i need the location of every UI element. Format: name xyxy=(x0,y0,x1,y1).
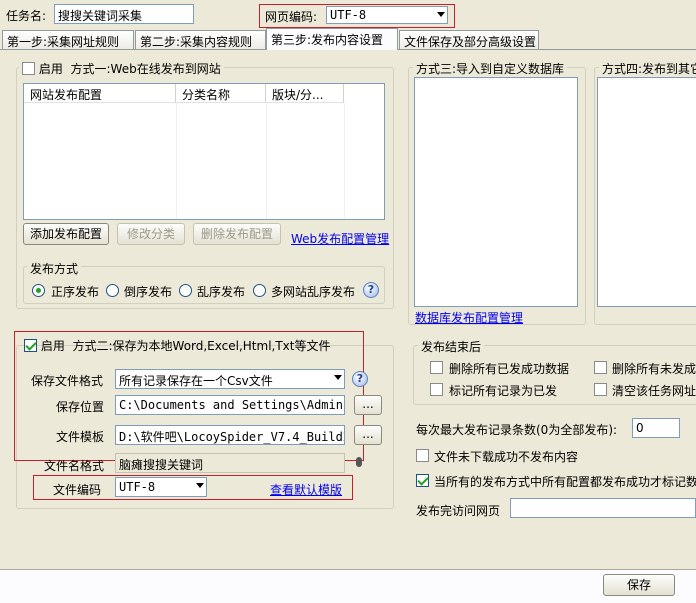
file-encoding-label: 文件编码 xyxy=(53,483,102,497)
mark-published-checkbox[interactable] xyxy=(430,383,443,396)
column-category[interactable]: 分类名称 xyxy=(176,84,266,103)
radio-multi-random[interactable] xyxy=(253,284,266,297)
delete-failed-checkbox[interactable] xyxy=(594,361,607,374)
encoding-select[interactable]: UTF-8 xyxy=(326,6,448,24)
method2-enable-label: 启用 xyxy=(40,339,65,353)
chevron-down-icon xyxy=(196,483,204,488)
tab-step2[interactable]: 第二步:采集内容规则 xyxy=(135,30,266,49)
tab-step3[interactable]: 第三步:发布内容设置 xyxy=(266,28,398,50)
save-button[interactable]: 保存 xyxy=(603,574,675,596)
delete-success-checkbox[interactable] xyxy=(430,361,443,374)
radio-sequential-label: 正序发布 xyxy=(51,285,100,299)
no-publish-failed-label: 文件未下载成功不发布内容 xyxy=(434,450,579,464)
save-location-input[interactable]: C:\Documents and Settings\Administrato xyxy=(115,395,345,415)
method1-header: 启用 方式一:Web在线发布到网站 xyxy=(19,60,224,77)
method2-header: 启用 方式二:保存为本地Word,Excel,Html,Txt等文件 xyxy=(21,337,334,354)
method2-title: 方式二:保存为本地Word,Excel,Html,Txt等文件 xyxy=(72,339,331,353)
chevron-down-icon xyxy=(437,12,445,17)
save-format-label: 保存文件格式 xyxy=(31,374,104,388)
task-name-label: 任务名: xyxy=(6,9,47,23)
bottom-divider xyxy=(0,569,696,570)
task-name-input[interactable]: 搜搜关键词采集 xyxy=(54,4,194,24)
delete-success-label: 删除所有已发成功数据 xyxy=(449,362,570,376)
column-divider xyxy=(176,103,177,219)
after-publish-title: 发布结束后 xyxy=(418,338,485,355)
method1-enable-label: 启用 xyxy=(38,62,63,76)
tab-step1[interactable]: 第一步:采集网址规则 xyxy=(2,30,134,49)
pin-icon xyxy=(356,457,362,467)
method1-title: 方式一:Web在线发布到网站 xyxy=(70,62,221,76)
mark-all-success-label: 当所有的发布方式中所有配置都发布成功才标记数 xyxy=(434,475,696,489)
file-template-label: 文件模板 xyxy=(56,430,105,444)
encoding-value: UTF-8 xyxy=(330,8,367,22)
max-records-label: 每次最大发布记录条数(0为全部发布): xyxy=(416,423,618,437)
delete-publish-config-button[interactable]: 删除发布配置 xyxy=(193,223,281,245)
no-publish-failed-checkbox[interactable] xyxy=(416,449,429,462)
method3-title: 方式三:导入到自定义数据库 xyxy=(413,60,568,77)
column-site-config[interactable]: 网站发布配置 xyxy=(24,84,176,103)
tab-advanced[interactable]: 文件保存及部分高级设置 xyxy=(399,30,539,49)
visit-after-input[interactable] xyxy=(510,498,696,518)
max-records-input[interactable]: 0 xyxy=(632,418,680,438)
edit-category-button[interactable]: 修改分类 xyxy=(117,223,185,245)
save-format-value: 所有记录保存在一个Csv文件 xyxy=(119,374,273,388)
database-config-list[interactable] xyxy=(414,77,578,307)
column-board[interactable]: 版块/分... xyxy=(266,84,344,103)
column-divider xyxy=(266,103,267,219)
clear-urls-checkbox[interactable] xyxy=(594,383,607,396)
clear-urls-label: 清空该任务网址 xyxy=(612,384,696,398)
file-encoding-select[interactable]: UTF-8 xyxy=(115,477,207,497)
view-default-template-link[interactable]: 查看默认模版 xyxy=(270,481,342,498)
chevron-down-icon xyxy=(334,375,342,380)
method4-title: 方式四:发布到其它 xyxy=(599,60,696,77)
radio-multi-random-label: 多网站乱序发布 xyxy=(271,285,356,299)
delete-failed-label: 删除所有未发成 xyxy=(612,362,696,376)
file-template-input[interactable]: D:\软件吧\LocoySpider_V7.4_Build20120 xyxy=(115,425,345,445)
browse-template-button[interactable]: ... xyxy=(354,425,382,445)
save-format-select[interactable]: 所有记录保存在一个Csv文件 xyxy=(115,369,345,389)
web-publish-table[interactable]: 网站发布配置 分类名称 版块/分... xyxy=(23,83,385,220)
radio-reverse-label: 倒序发布 xyxy=(124,285,173,299)
filename-format-label: 文件名格式 xyxy=(44,459,105,473)
add-publish-config-button[interactable]: 添加发布配置 xyxy=(23,223,109,245)
filename-format-input[interactable]: 脑瘫搜搜关键词 xyxy=(115,453,345,473)
radio-random[interactable] xyxy=(179,284,192,297)
radio-reverse[interactable] xyxy=(106,284,119,297)
mark-all-success-checkbox[interactable] xyxy=(416,474,429,487)
visit-after-label: 发布完访问网页 xyxy=(416,504,501,518)
help-icon[interactable]: ? xyxy=(352,371,368,387)
column-divider xyxy=(344,103,345,219)
method2-enable-checkbox[interactable] xyxy=(24,339,37,352)
web-config-manage-link[interactable]: Web发布配置管理 xyxy=(291,230,389,247)
browse-location-button[interactable]: ... xyxy=(354,395,382,415)
file-encoding-value: UTF-8 xyxy=(119,480,156,494)
radio-sequential[interactable] xyxy=(32,284,45,297)
mark-published-label: 标记所有记录为已发 xyxy=(449,384,558,398)
help-icon[interactable]: ? xyxy=(363,282,379,298)
database-config-manage-link[interactable]: 数据库发布配置管理 xyxy=(415,309,523,326)
other-publish-list[interactable] xyxy=(597,77,696,307)
save-location-label: 保存位置 xyxy=(56,400,105,414)
publish-mode-title: 发布方式 xyxy=(27,260,82,277)
radio-random-label: 乱序发布 xyxy=(197,285,246,299)
method1-enable-checkbox[interactable] xyxy=(22,62,35,75)
encoding-label: 网页编码: xyxy=(265,10,318,24)
